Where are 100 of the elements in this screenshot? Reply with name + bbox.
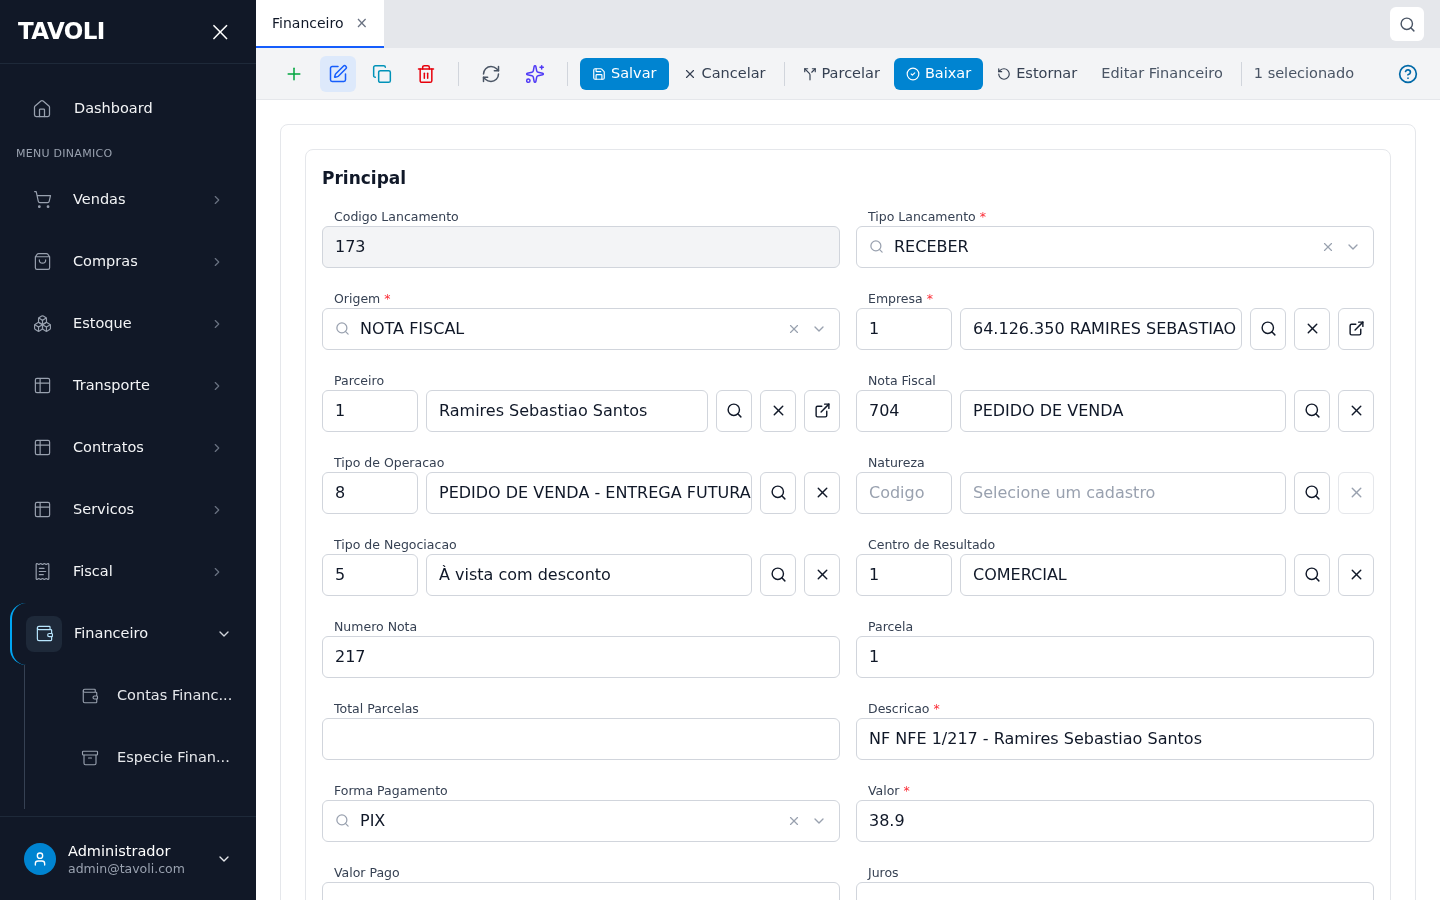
sidebar-item[interactable]: Dashboard	[10, 82, 246, 136]
trash-icon	[416, 63, 436, 84]
select-field[interactable]: RECEBER	[856, 225, 1374, 268]
tab-close-button[interactable]: ×	[355, 11, 369, 35]
text-field[interactable]: NF NFE 1/217 - Ramires Sebastiao Santos	[856, 717, 1374, 760]
undo-icon	[997, 66, 1012, 81]
select-field[interactable]: PIX	[322, 799, 840, 842]
sidebar-item[interactable]: Transporte	[10, 354, 246, 417]
code-field[interactable]: 1	[856, 553, 952, 596]
clear-button[interactable]	[804, 471, 840, 514]
text-field[interactable]	[322, 717, 840, 760]
search-button[interactable]	[1294, 553, 1330, 596]
field-label: Valor	[868, 782, 900, 799]
refresh-icon	[481, 63, 501, 84]
text-field[interactable]: 1	[856, 635, 1374, 678]
cart-icon	[32, 190, 52, 209]
toolbar-button[interactable]: Editar Financeiro	[1091, 57, 1233, 90]
search-icon	[335, 813, 350, 828]
search-icon	[869, 239, 884, 254]
clear-button[interactable]	[1294, 307, 1330, 350]
toolbar-button[interactable]: Baixar	[893, 57, 984, 90]
field-label: Origem	[334, 290, 381, 307]
sidebar-item[interactable]: Estoque	[10, 292, 246, 355]
sidebar-item[interactable]: Vendas	[10, 168, 246, 231]
clear-button[interactable]	[1338, 553, 1374, 596]
toolbar-button[interactable]	[320, 55, 356, 92]
open-external-button[interactable]	[1338, 307, 1374, 350]
archive-icon	[81, 748, 99, 767]
field-label: Total Parcelas	[334, 700, 419, 717]
code-field[interactable]: 1	[322, 389, 418, 432]
toolbar-button[interactable]: Salvar	[580, 57, 669, 90]
open-external-button[interactable]	[804, 389, 840, 432]
text-field[interactable]: 38.9	[856, 799, 1374, 842]
field-label: Parcela	[868, 618, 914, 635]
sidebar-item[interactable]: Servicos	[10, 478, 246, 541]
name-field[interactable]: COMERCIAL	[960, 553, 1286, 596]
sidebar-item[interactable]: Fiscal	[10, 540, 246, 603]
code-field[interactable]: 704	[856, 389, 952, 432]
search-button[interactable]	[1390, 7, 1424, 41]
wallet-icon	[81, 686, 99, 705]
user-icon	[32, 850, 48, 867]
text-field[interactable]: 217	[322, 635, 840, 678]
tab[interactable]: Financeiro ×	[256, 0, 385, 48]
close-button[interactable]: ×	[208, 17, 232, 46]
field-label: Descricao	[868, 700, 930, 717]
clear-button[interactable]	[760, 389, 796, 432]
edit-icon	[328, 63, 348, 84]
external-link-icon	[1347, 320, 1365, 337]
table-icon	[32, 438, 52, 457]
sidebar-item[interactable]: Contratos	[10, 416, 246, 479]
check-circle-icon	[905, 66, 920, 81]
toolbar-button[interactable]: Parcelar	[792, 57, 890, 90]
search-icon	[1303, 484, 1321, 501]
user-email: admin@tavoli.com	[68, 860, 186, 877]
clear-button[interactable]	[1338, 389, 1374, 432]
name-field[interactable]: PEDIDO DE VENDA	[960, 389, 1286, 432]
clear-button[interactable]	[804, 553, 840, 596]
search-icon	[769, 484, 787, 501]
toolbar-button[interactable]: Estornar	[987, 57, 1088, 90]
search-button[interactable]	[1294, 471, 1330, 514]
field-label: Tipo de Operacao	[334, 454, 445, 471]
search-button[interactable]	[716, 389, 752, 432]
search-button[interactable]	[1250, 307, 1286, 350]
field-label: Empresa	[868, 290, 923, 307]
search-icon	[335, 321, 350, 336]
search-icon	[1259, 320, 1277, 337]
copy-icon	[372, 63, 392, 84]
toolbar-button[interactable]: Cancelar	[672, 57, 776, 90]
field-label: Nota Fiscal	[868, 372, 936, 389]
code-field[interactable]: 1	[856, 307, 952, 350]
field-label: Codigo Lancamento	[334, 208, 459, 225]
save-icon	[592, 66, 606, 81]
submenu-item[interactable]: Especie Finan...	[25, 726, 256, 789]
submenu-item[interactable]: Contas Financ...	[25, 664, 256, 727]
field-label: Centro de Resultado	[868, 536, 996, 553]
search-icon	[725, 402, 743, 419]
required-mark: *	[384, 290, 391, 307]
search-icon	[769, 566, 787, 583]
table-icon	[32, 500, 52, 519]
name-field[interactable]: Ramires Sebastiao Santos	[426, 389, 708, 432]
sidebar-item[interactable]: Compras	[10, 230, 246, 293]
name-field[interactable]: PEDIDO DE VENDA - ENTREGA FUTURA	[426, 471, 752, 514]
table-icon	[32, 376, 52, 395]
search-icon	[1303, 566, 1321, 583]
field-label: Tipo Lancamento	[868, 208, 976, 225]
code-field[interactable]: 8	[322, 471, 418, 514]
search-button[interactable]	[760, 553, 796, 596]
required-mark: *	[926, 290, 933, 307]
code-field[interactable]: 5	[322, 553, 418, 596]
boxes-icon	[32, 314, 52, 333]
help-icon[interactable]	[1398, 63, 1418, 84]
selection-count: 1 selecionado	[1252, 63, 1356, 83]
select-field[interactable]: NOTA FISCAL	[322, 307, 840, 350]
search-button[interactable]	[760, 471, 796, 514]
search-button[interactable]	[1294, 389, 1330, 432]
split-icon	[802, 66, 817, 81]
sidebar-item[interactable]: Financeiro	[10, 602, 246, 665]
name-field[interactable]: À vista com desconto	[426, 553, 752, 596]
section-heading: MENU DINAMICO	[15, 146, 114, 162]
name-field[interactable]: 64.126.350 RAMIRES SEBASTIAO	[960, 307, 1242, 350]
